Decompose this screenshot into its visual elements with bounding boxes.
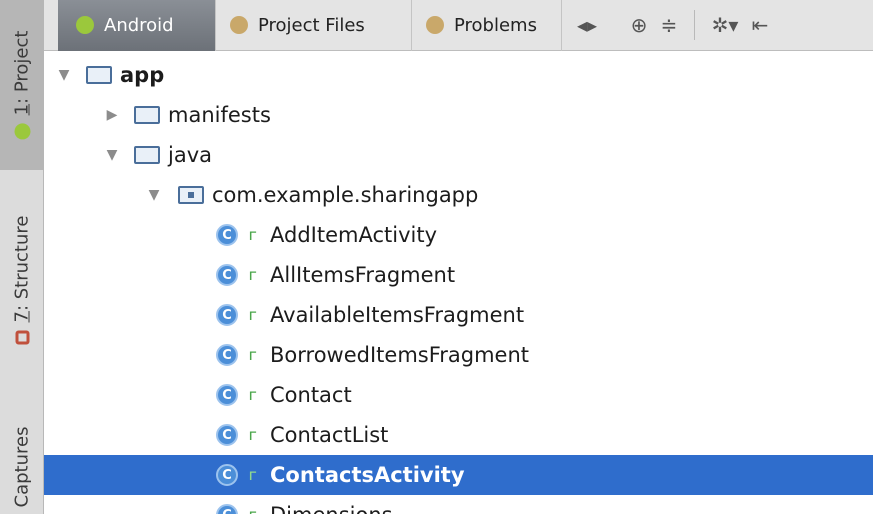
tree-node-label: Contact [270,383,352,407]
class-icon: C [216,264,238,286]
expanded-arrow-icon[interactable]: ▼ [102,147,122,163]
tab-problems-label: Problems [454,14,537,36]
project-view-toolbar: Android Project Files Problems ◂▸ ⊕ ≑ ✲▾… [44,0,873,51]
collapse-all-icon[interactable]: ≑ [654,13,684,37]
public-access-icon: ᴦ [248,306,258,324]
class-glyph: C [216,304,238,326]
tree-node-label: Dimensions [270,503,393,514]
class-icon: C [216,464,238,486]
tree-node-manifests[interactable]: ▶ manifests [44,95,873,135]
tab-project-files-label: Project Files [258,14,365,36]
project-tree: ▼ app ▶ manifests ▼ java ▼ com.example.s… [44,51,873,514]
settings-icon[interactable]: ✲▾ [705,13,745,37]
tree-node-label: manifests [168,103,271,127]
problems-icon [426,16,444,34]
collapsed-arrow-icon[interactable]: ▶ [102,107,122,123]
tree-node-label: AvailableItemsFragment [270,303,525,327]
class-glyph: C [216,424,238,446]
class-icon: C [216,504,238,514]
tab-android[interactable]: Android [58,0,216,51]
tree-node-class[interactable]: Cᴦ ContactList [44,415,873,455]
collapse-expand-icon[interactable]: ◂▸ [572,13,602,37]
class-glyph: C [216,224,238,246]
public-access-icon: ᴦ [246,506,260,514]
structure-tab-number: 7 [11,311,33,323]
tree-node-label: BorrowedItemsFragment [270,343,530,367]
public-access-icon: ᴦ [248,346,258,364]
class-glyph: C [216,264,238,286]
tree-node-app[interactable]: ▼ app [44,55,873,95]
class-icon: C [216,304,238,326]
tab-android-label: Android [104,14,174,36]
tree-node-class[interactable]: Cᴦ AvailableItemsFragment [44,295,873,335]
captures-tab-label: Captures [11,426,33,508]
tree-node-class[interactable]: Cᴦ Contact [44,375,873,415]
expanded-arrow-icon[interactable]: ▼ [144,187,164,203]
tab-project-files[interactable]: Project Files [216,0,412,51]
tree-node-label: AddItemActivity [270,223,437,247]
tree-node-label: ContactsActivity [270,463,465,487]
class-icon: C [216,384,238,406]
tree-node-class[interactable]: Cᴦ Dimensions [44,495,873,514]
public-access-icon: ᴦ [248,466,258,484]
tree-node-class[interactable]: Cᴦ AllItemsFragment [44,255,873,295]
project-tab-label: : Project [11,30,33,104]
package-icon [178,186,204,204]
public-access-icon: ᴦ [248,226,258,244]
class-glyph: C [216,504,238,514]
tool-window-strip: 1: Project 7: Structure Captures [0,0,44,514]
locate-icon[interactable]: ⊕ [624,13,654,37]
structure-tab-label: : Structure [11,215,33,312]
structure-icon [15,330,29,345]
tree-node-class[interactable]: Cᴦ AddItemActivity [44,215,873,255]
tree-node-label: java [168,143,212,167]
class-icon: C [216,344,238,366]
android-project-icon [14,123,30,140]
folder-icon [134,106,160,124]
class-glyph: C [216,384,238,406]
toolbar-divider [694,10,695,40]
tree-node-label: ContactList [270,423,389,447]
module-folder-icon [86,66,112,84]
public-access-icon: ᴦ [248,266,258,284]
public-access-icon: ᴦ [248,386,258,404]
tree-node-label: app [120,63,165,87]
class-icon: C [216,224,238,246]
project-tool-tab[interactable]: 1: Project [0,0,44,170]
project-files-icon [230,16,248,34]
tree-node-label: AllItemsFragment [270,263,456,287]
tree-node-label: com.example.sharingapp [212,183,479,207]
class-glyph: C [216,344,238,366]
tree-node-package[interactable]: ▼ com.example.sharingapp [44,175,873,215]
public-access-icon: ᴦ [248,426,258,444]
class-icon: C [216,424,238,446]
android-icon [76,16,94,34]
hide-icon[interactable]: ⇤ [745,13,775,37]
structure-tool-tab[interactable]: 7: Structure [0,190,44,370]
class-glyph: C [216,464,238,486]
expanded-arrow-icon[interactable]: ▼ [54,67,74,83]
captures-tool-tab[interactable]: Captures [0,420,44,514]
tree-node-class[interactable]: Cᴦ BorrowedItemsFragment [44,335,873,375]
tree-node-java[interactable]: ▼ java [44,135,873,175]
folder-icon [134,146,160,164]
project-tab-number: 1 [11,103,33,116]
tree-node-class[interactable]: Cᴦ ContactsActivity [44,455,873,495]
tab-problems[interactable]: Problems [412,0,562,51]
